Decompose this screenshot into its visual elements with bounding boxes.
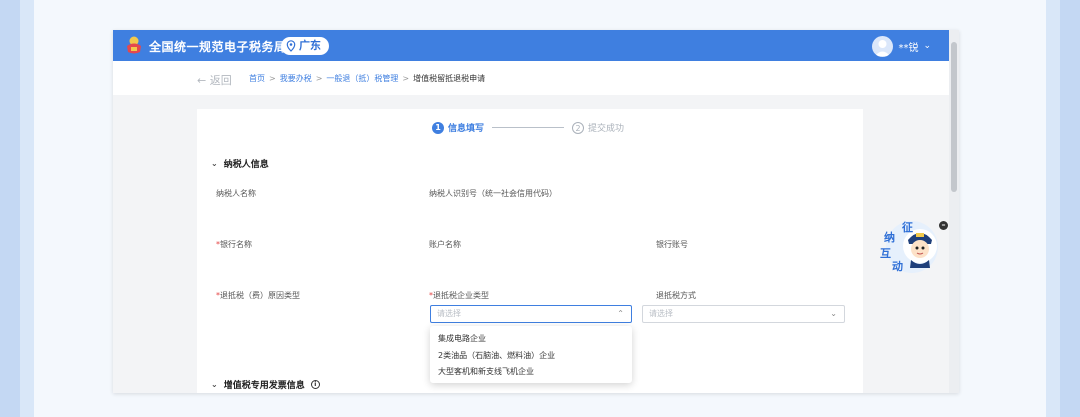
enterprise-type-select[interactable]: 请选择 ⌃ xyxy=(430,305,632,323)
refund-reason-label: *退抵税（费）原因类型 xyxy=(216,290,300,301)
bank-name-label: *银行名称 xyxy=(216,239,252,250)
bank-account-label: 银行账号 xyxy=(656,240,688,249)
taxpayer-name-label: 纳税人名称 xyxy=(216,189,256,198)
breadcrumb-tax-handling[interactable]: 我要办税 xyxy=(280,73,312,84)
breadcrumb-separator: > xyxy=(315,74,323,83)
section-title: 增值税专用发票信息 xyxy=(223,381,305,391)
breadcrumb-separator: > xyxy=(402,74,410,83)
chevron-down-icon: ⌄ xyxy=(923,41,931,51)
form-card: 1 信息填写 2 提交成功 ⌄ 纳税人信息 纳税人名称 纳税人识别号（统一社会信… xyxy=(197,109,863,393)
step-connector xyxy=(492,127,565,128)
breadcrumb-current: 增值税留抵退税申请 xyxy=(413,74,486,83)
breadcrumb-home[interactable]: 首页 xyxy=(249,73,265,84)
mascot-text-1: 征 xyxy=(902,220,913,234)
step-label: 信息填写 xyxy=(448,124,485,134)
dropdown-option[interactable]: 大型客机和新支线飞机企业 xyxy=(430,364,632,381)
user-menu[interactable]: **锐 ⌄ xyxy=(872,35,931,57)
dropdown-option[interactable]: 集成电路企业 xyxy=(430,331,632,348)
enterprise-type-label: *退抵税企业类型 xyxy=(429,290,489,301)
back-button[interactable]: ← 返回 xyxy=(197,72,232,88)
user-name: **锐 xyxy=(898,42,919,54)
refund-method-label: 退抵税方式 xyxy=(656,291,696,300)
mascot-assistant[interactable]: 征 纳 互 动 xyxy=(874,216,938,274)
step-number: 1 xyxy=(432,121,444,134)
mascot-text-4: 动 xyxy=(892,259,903,273)
step-number: 2 xyxy=(572,121,585,134)
breadcrumb-refund-management[interactable]: 一般退（抵）税管理 xyxy=(326,73,398,84)
step-fill-info: 1 信息填写 xyxy=(432,121,484,134)
section-title: 纳税人信息 xyxy=(223,160,269,170)
select-placeholder: 请选择 xyxy=(437,309,461,318)
chevron-down-icon: ⌄ xyxy=(211,380,218,389)
dropdown-option[interactable]: 2类油品（石脑油、燃料油）企业 xyxy=(430,348,632,365)
refund-reason-text: 退抵税（费）原因类型 xyxy=(220,291,300,300)
chevron-down-icon: ⌄ xyxy=(211,159,218,168)
region-label: 广东 xyxy=(299,39,321,52)
account-name-label: 账户名称 xyxy=(429,240,461,249)
info-icon[interactable]: i xyxy=(310,380,320,389)
browser-window: 全国统一规范电子税务局 广东 **锐 ⌄ ← 返回 首页 > 我要办税 > 一般… xyxy=(113,30,959,393)
avatar xyxy=(872,35,894,57)
enterprise-type-text: 退抵税企业类型 xyxy=(433,291,489,300)
chevron-up-icon: ⌃ xyxy=(617,309,624,318)
page-scrollbar[interactable] xyxy=(949,30,959,393)
step-indicator: 1 信息填写 2 提交成功 xyxy=(432,121,624,134)
breadcrumb: 首页 > 我要办税 > 一般退（抵）税管理 > 增值税留抵退税申请 xyxy=(249,73,485,84)
bank-name-text: 银行名称 xyxy=(220,240,252,249)
scroll-thumb[interactable] xyxy=(951,42,957,192)
mascot-text-3: 互 xyxy=(880,247,891,260)
step-label: 提交成功 xyxy=(588,124,625,134)
mascot-close-button[interactable]: – xyxy=(939,221,948,230)
chevron-down-icon: ⌄ xyxy=(830,309,837,318)
step-submitted: 2 提交成功 xyxy=(572,121,624,134)
top-bar: 全国统一规范电子税务局 广东 **锐 ⌄ xyxy=(113,30,949,61)
tax-emblem-icon xyxy=(127,36,141,54)
breadcrumb-bar: ← 返回 首页 > 我要办税 > 一般退（抵）税管理 > 增值税留抵退税申请 xyxy=(113,61,949,95)
enterprise-type-dropdown: 集成电路企业 2类油品（石脑油、燃料油）企业 大型客机和新支线飞机企业 xyxy=(430,326,632,383)
refund-method-select[interactable]: 请选择 ⌄ xyxy=(642,305,845,323)
location-pin-icon xyxy=(286,40,296,52)
frame-stripe-right xyxy=(1046,0,1060,417)
frame-stripe-left xyxy=(20,0,34,417)
site-title[interactable]: 全国统一规范电子税务局 xyxy=(149,38,287,55)
region-selector[interactable]: 广东 xyxy=(281,37,329,55)
section-vat-invoice[interactable]: ⌄ 增值税专用发票信息 i xyxy=(211,378,320,391)
section-taxpayer-info[interactable]: ⌄ 纳税人信息 xyxy=(211,157,269,170)
taxpayer-id-label: 纳税人识别号（统一社会信用代码） xyxy=(429,189,557,198)
select-placeholder: 请选择 xyxy=(649,309,673,318)
user-icon xyxy=(875,39,891,56)
breadcrumb-separator: > xyxy=(269,74,276,83)
mascot-text-2: 纳 xyxy=(884,230,895,244)
